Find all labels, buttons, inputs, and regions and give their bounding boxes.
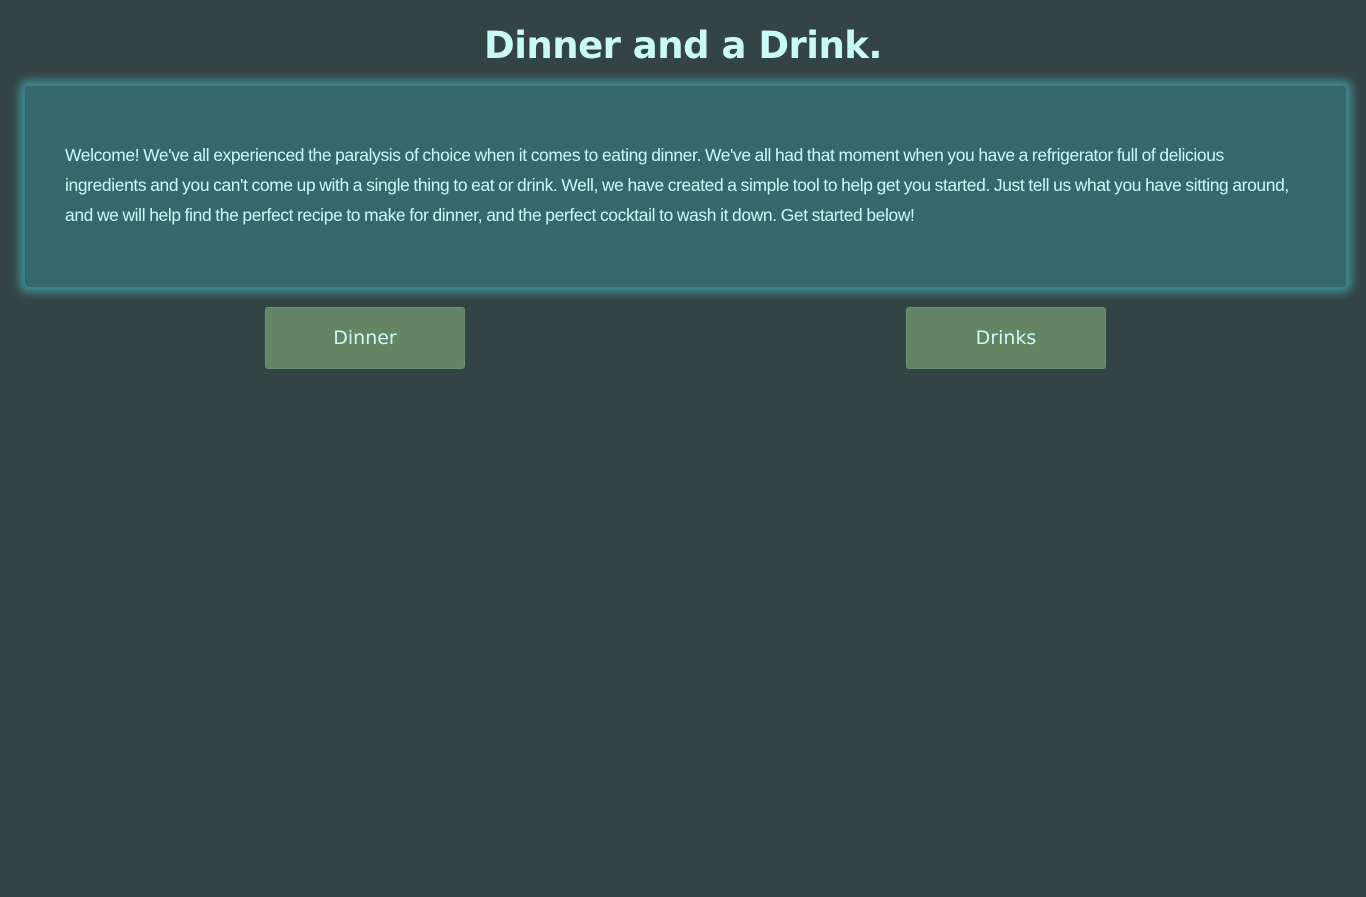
welcome-card: Welcome! We've all experienced the paral… — [25, 86, 1346, 287]
dinner-button[interactable]: Dinner — [265, 307, 465, 369]
drinks-button[interactable]: Drinks — [906, 307, 1106, 369]
page-title: Dinner and a Drink. — [484, 24, 882, 67]
welcome-text: Welcome! We've all experienced the paral… — [65, 145, 1289, 225]
